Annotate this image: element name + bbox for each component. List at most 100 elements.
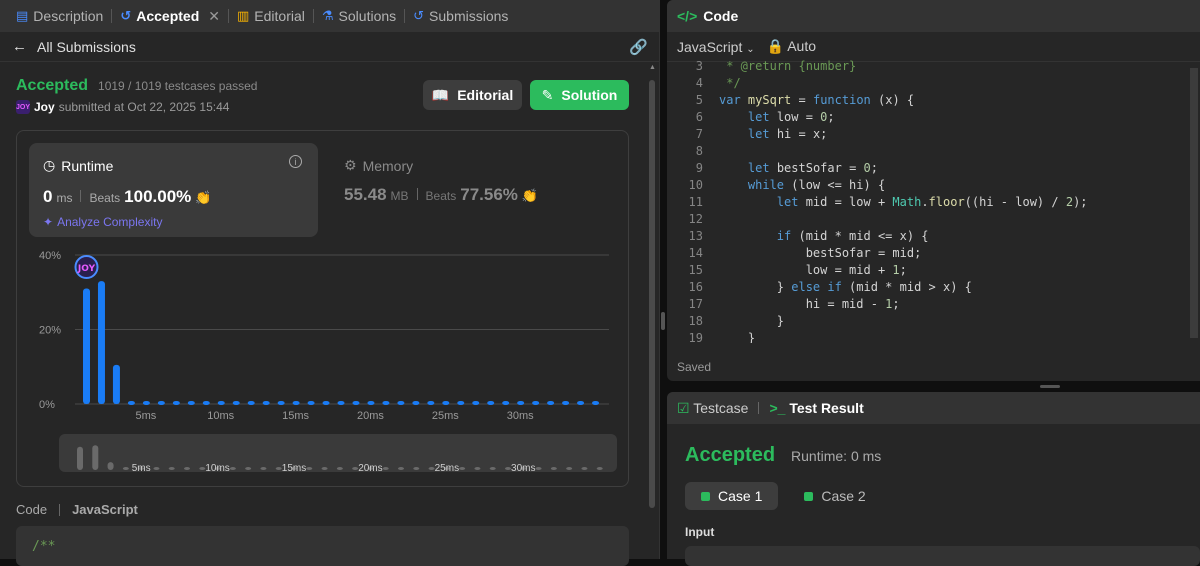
chart-bar[interactable] (247, 401, 255, 406)
chart-bar[interactable] (157, 401, 165, 406)
chart-bar[interactable] (127, 401, 135, 406)
line-number: 8 (695, 144, 703, 158)
case-1-tab[interactable]: Case 1 (685, 482, 779, 510)
line-number: 15 (688, 263, 703, 277)
chart-bar[interactable] (307, 401, 315, 406)
chart-bar[interactable] (517, 401, 525, 406)
scrollbar-track[interactable] (1190, 68, 1198, 338)
chart-bar[interactable] (232, 401, 240, 406)
tab-editorial[interactable]: ▥ Editorial (231, 0, 311, 32)
overview-bar (550, 467, 557, 470)
code-line[interactable]: 3 * @return {number} (667, 58, 1200, 75)
chart-bar[interactable] (292, 401, 300, 406)
tab-testcase[interactable]: ☑ Testcase (677, 400, 748, 417)
code-line[interactable]: 12 (667, 211, 1200, 228)
username[interactable]: Joy (34, 100, 55, 114)
chart-bar[interactable] (562, 401, 570, 406)
testcases-passed: 1019 / 1019 testcases passed (98, 79, 258, 93)
chart-bar[interactable] (442, 401, 450, 406)
tab-submissions[interactable]: ↺ Submissions (407, 0, 514, 32)
chart-bar[interactable] (277, 401, 285, 406)
chart-bar[interactable] (97, 281, 105, 404)
code-line[interactable]: 9 let bestSofar = 0; (667, 160, 1200, 177)
overview-bar (168, 467, 175, 470)
saved-status: Saved (677, 360, 712, 374)
scroll-up-icon[interactable]: ▲ (649, 64, 656, 71)
vertical-resize-handle[interactable] (1040, 385, 1060, 388)
runtime-distribution-chart[interactable]: 40% 20% 0% 5ms 10ms 15ms 20ms 25ms 30ms JOY 5ms 10m… (17, 131, 630, 488)
code-line[interactable]: 16 } else if (mid * mid > x) { (667, 279, 1200, 296)
code-line[interactable]: 13 if (mid * mid <= x) { (667, 228, 1200, 245)
auto-mode[interactable]: 🔒 Auto (767, 38, 816, 55)
user-avatar-text: JOY (77, 264, 96, 274)
code-line[interactable]: 8 (667, 143, 1200, 160)
chart-bar[interactable] (472, 401, 480, 406)
code-icon: </> (677, 8, 698, 24)
code-lines[interactable]: 3 * @return {number} 4 */5 var mySqrt = fu… (667, 58, 1200, 343)
chart-bar[interactable] (367, 401, 375, 406)
input-value-box[interactable] (685, 546, 1200, 566)
solution-button[interactable]: ✎ Solution (530, 80, 629, 110)
language-select[interactable]: JavaScript ⌄ (677, 39, 755, 55)
overview-bar (566, 467, 573, 470)
tab-description[interactable]: ▤ Description (10, 0, 109, 32)
chart-bar[interactable] (592, 401, 600, 406)
chart-bar[interactable] (187, 401, 195, 406)
code-line[interactable]: 17 hi = mid - 1; (667, 296, 1200, 313)
chart-bar[interactable] (337, 401, 345, 406)
overview-bar (77, 446, 83, 470)
code-line[interactable]: 10 while (low <= hi) { (667, 177, 1200, 194)
y-tick-label: 20% (39, 325, 61, 337)
chart-bar[interactable] (322, 401, 330, 406)
chart-bar[interactable] (262, 401, 270, 406)
code-line[interactable]: 6 let low = 0; (667, 109, 1200, 126)
editor-scrollbar[interactable] (1188, 58, 1200, 348)
code-line[interactable]: 4 */ (667, 75, 1200, 92)
chart-bar[interactable] (172, 401, 180, 406)
chart-bar[interactable] (502, 401, 510, 406)
editorial-button[interactable]: 📖 Editorial (423, 80, 522, 110)
chart-bar[interactable] (217, 401, 225, 406)
chart-bar[interactable] (412, 401, 420, 406)
chart-bar[interactable] (457, 401, 465, 406)
tab-solutions[interactable]: ⚗ Solutions (316, 0, 402, 32)
code-line[interactable]: 14 bestSofar = mid; (667, 245, 1200, 262)
overview-tick-label: 15ms (282, 463, 306, 474)
chart-bar[interactable] (547, 401, 555, 406)
scrollbar-thumb[interactable] (649, 80, 655, 508)
submitted-code-box[interactable]: /** (16, 526, 629, 566)
line-text: } else if (mid * mid > x) { (719, 280, 972, 294)
chart-bar[interactable] (202, 401, 210, 406)
tab-divider (228, 9, 229, 23)
chart-bar[interactable] (427, 401, 435, 406)
link-icon[interactable]: 🔗 (629, 38, 648, 56)
chart-bar[interactable] (352, 401, 360, 406)
chart-bar[interactable] (487, 401, 495, 406)
overview-bar (229, 467, 236, 470)
panel-resize-handle[interactable] (661, 312, 665, 330)
code-line[interactable]: 15 low = mid + 1; (667, 262, 1200, 279)
back-arrow-icon[interactable]: ← (12, 38, 27, 55)
chart-bar[interactable] (382, 401, 390, 406)
code-line[interactable]: 18 } (667, 313, 1200, 330)
chart-bar[interactable] (397, 401, 405, 406)
divider (59, 503, 61, 516)
chart-bar[interactable] (577, 401, 585, 406)
avatar[interactable]: JOY (16, 100, 30, 114)
code-line[interactable]: 7 let hi = x; (667, 126, 1200, 143)
chart-bar[interactable] (532, 401, 540, 406)
tab-accepted[interactable]: ↺ Accepted ✕ (114, 0, 226, 32)
code-line[interactable]: 19 } (667, 330, 1200, 343)
scrollbar[interactable]: ▲ (648, 64, 656, 559)
chart-bar[interactable] (83, 288, 90, 404)
line-number: 9 (695, 161, 703, 175)
chart-bar[interactable] (142, 401, 150, 406)
all-submissions-link[interactable]: All Submissions (37, 39, 136, 55)
code-line[interactable]: 5 var mySqrt = function (x) { (667, 92, 1200, 109)
code-line[interactable]: 11 let mid = low + Math.floor((hi - low)… (667, 194, 1200, 211)
tab-test-result[interactable]: >_ Test Result (769, 400, 863, 416)
case-2-tab[interactable]: Case 2 (788, 482, 881, 510)
line-number: 17 (688, 297, 703, 311)
close-icon[interactable]: ✕ (208, 8, 220, 25)
chart-bar[interactable] (112, 364, 120, 404)
